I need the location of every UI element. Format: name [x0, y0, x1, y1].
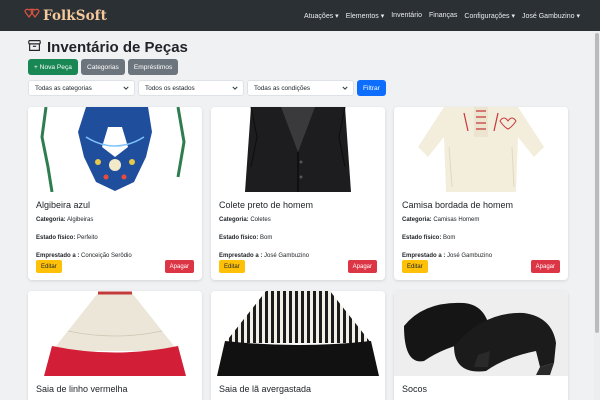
nav-item-configuracoes[interactable]: Configurações ▾: [464, 12, 515, 20]
categories-button[interactable]: Categorias: [80, 59, 125, 75]
edit-button[interactable]: Editar: [402, 260, 428, 273]
piece-image: [394, 291, 568, 376]
card-title: Camisa bordada de homem: [402, 200, 514, 210]
state-value: Bom: [443, 235, 456, 241]
piece-image: [211, 291, 385, 376]
state-value: Perfeito: [77, 235, 98, 241]
card-title: Colete preto de homem: [219, 200, 314, 210]
loaned-to-value: José Gambuzino: [447, 253, 493, 259]
loans-button[interactable]: Empréstimos: [127, 59, 179, 75]
delete-button[interactable]: Apagar: [530, 260, 560, 273]
chevron-down-icon: [342, 86, 348, 90]
brand-logo-icon: [24, 7, 40, 25]
inventory-card: Colete preto de homem Categoria: Coletes…: [211, 107, 385, 280]
piece-image: [28, 107, 202, 192]
filter-button[interactable]: Filtrar: [357, 80, 386, 96]
brand[interactable]: FolkSoft: [24, 7, 107, 25]
chevron-down-icon: [123, 86, 129, 90]
page-title: Inventário de Peças: [47, 39, 188, 56]
edit-button[interactable]: Editar: [36, 260, 62, 273]
category-filter-value: Todas as categorias: [35, 84, 92, 92]
inventory-card: Socos: [394, 291, 568, 400]
nav-item-financas[interactable]: Finanças: [429, 12, 457, 19]
category-label: Categoria:: [219, 217, 249, 223]
card-category: Categoria: Camisas Homem: [402, 217, 560, 223]
chevron-down-icon: [232, 86, 238, 90]
brand-name: FolkSoft: [43, 7, 107, 24]
navbar: FolkSoft Atuações ▾ Elementos ▾ Inventár…: [0, 0, 600, 31]
card-state: Estado físico: Bom: [219, 235, 377, 241]
state-value: Bom: [260, 235, 273, 241]
archive-box-icon: [28, 39, 41, 57]
nav-item-atuacoes[interactable]: Atuações ▾: [304, 12, 339, 20]
state-filter-value: Todos os estados: [145, 84, 195, 92]
card-loaned-to: Emprestado a : José Gambuzino: [402, 253, 560, 259]
piece-image: [211, 107, 385, 192]
nav-item-user-menu[interactable]: José Gambuzino ▾: [522, 12, 580, 20]
card-category: Categoria: Coletes: [219, 217, 377, 223]
condition-filter-value: Todas as condições: [254, 84, 311, 92]
edit-button[interactable]: Editar: [219, 260, 245, 273]
inventory-card: Saia de lã avergastada: [211, 291, 385, 400]
card-category: Categoria: Algibeiras: [36, 217, 194, 223]
loaned-to-label: Emprestado a :: [402, 253, 446, 259]
inventory-card: Camisa bordada de homem Categoria: Camis…: [394, 107, 568, 280]
loaned-to-label: Emprestado a :: [36, 253, 80, 259]
condition-filter-select[interactable]: Todas as condições: [247, 80, 354, 96]
loaned-to-value: José Gambuzino: [264, 253, 310, 259]
page-scrollbar[interactable]: [594, 31, 600, 400]
loaned-to-label: Emprestado a :: [219, 253, 263, 259]
card-title: Saia de lã avergastada: [219, 384, 312, 394]
nav-item-inventario[interactable]: Inventário: [391, 12, 422, 19]
category-value: Algibeiras: [67, 217, 94, 223]
inventory-card: Algibeira azul Categoria: Algibeiras Est…: [28, 107, 202, 280]
delete-button[interactable]: Apagar: [164, 260, 194, 273]
category-value: Camisas Homem: [433, 217, 480, 223]
state-label: Estado físico:: [402, 235, 442, 241]
new-piece-button[interactable]: + Nova Peça: [28, 59, 78, 75]
piece-image: [394, 107, 568, 192]
nav-item-elementos[interactable]: Elementos ▾: [346, 12, 385, 20]
card-title: Algibeira azul: [36, 200, 91, 210]
loaned-to-value: Conceição Serôdio: [81, 253, 132, 259]
piece-image: [28, 291, 202, 376]
category-value: Coletes: [250, 217, 271, 223]
category-filter-select[interactable]: Todas as categorias: [28, 80, 135, 96]
card-loaned-to: Emprestado a : José Gambuzino: [219, 253, 377, 259]
state-label: Estado físico:: [219, 235, 259, 241]
card-state: Estado físico: Bom: [402, 235, 560, 241]
card-state: Estado físico: Perfeito: [36, 235, 194, 241]
scrollbar-thumb[interactable]: [595, 33, 599, 333]
card-title: Socos: [402, 384, 428, 394]
card-loaned-to: Emprestado a : Conceição Serôdio: [36, 253, 194, 259]
category-label: Categoria:: [36, 217, 66, 223]
delete-button[interactable]: Apagar: [347, 260, 377, 273]
state-label: Estado físico:: [36, 235, 76, 241]
inventory-card: Saia de linho vermelha: [28, 291, 202, 400]
state-filter-select[interactable]: Todos os estados: [138, 80, 244, 96]
card-title: Saia de linho vermelha: [36, 384, 128, 394]
category-label: Categoria:: [402, 217, 432, 223]
